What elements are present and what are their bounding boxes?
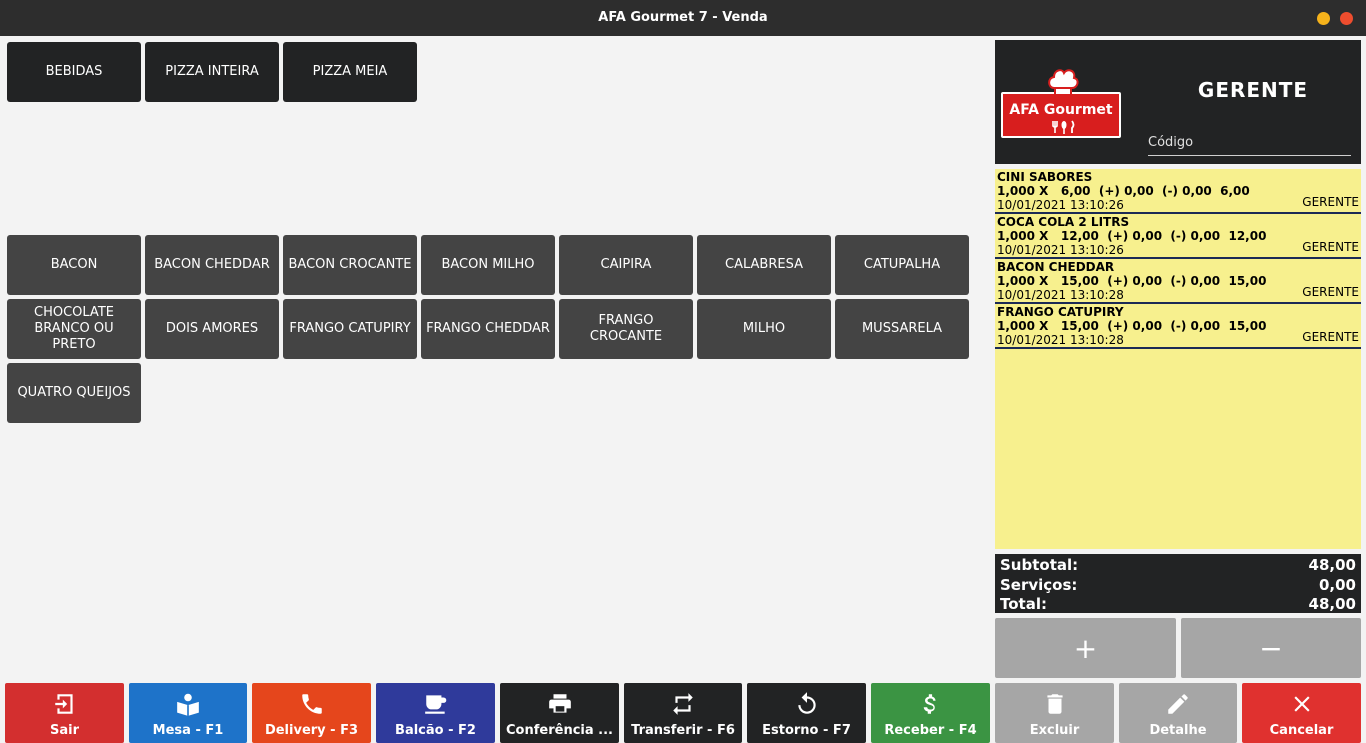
- product-bacon-crocante[interactable]: BACON CROCANTE: [283, 235, 417, 295]
- cancel-button[interactable]: Cancelar: [1242, 683, 1361, 743]
- subtotal-value: 48,00: [1308, 556, 1356, 574]
- minimize-button[interactable]: [1317, 12, 1330, 25]
- category-bebidas[interactable]: BEBIDAS: [7, 42, 141, 102]
- chef-hat-icon: [1048, 69, 1079, 96]
- action-label: Transferir - F6: [631, 723, 735, 738]
- item-user: GERENTE: [1302, 195, 1359, 209]
- services-value: 0,00: [1318, 575, 1356, 594]
- coffee-icon: [424, 695, 446, 714]
- phone-icon: [301, 694, 322, 714]
- totals-panel: Subtotal: 48,00 Serviços: 0,00 Total: 48…: [995, 554, 1361, 613]
- product-chocolate[interactable]: CHOCOLATE BRANCO OU PRETO: [7, 299, 141, 359]
- order-item[interactable]: FRANGO CATUPIRY 1,000 X 15,00 (+) 0,00 (…: [995, 304, 1361, 349]
- delete-button[interactable]: Excluir: [995, 683, 1114, 743]
- close-window-button[interactable]: [1340, 12, 1353, 25]
- product-bacon-milho[interactable]: BACON MILHO: [421, 235, 555, 295]
- product-bacon[interactable]: BACON: [7, 235, 141, 295]
- action-label: Balcão - F2: [395, 723, 476, 738]
- product-milho[interactable]: MILHO: [697, 299, 831, 359]
- transfer-button[interactable]: Transferir - F6: [624, 683, 742, 743]
- product-bacon-cheddar[interactable]: BACON CHEDDAR: [145, 235, 279, 295]
- product-mussarela[interactable]: MUSSARELA: [835, 299, 969, 359]
- subtotal-label: Subtotal:: [1000, 556, 1079, 574]
- order-item[interactable]: BACON CHEDDAR 1,000 X 15,00 (+) 0,00 (-)…: [995, 259, 1361, 304]
- order-list[interactable]: CINI SABORES 1,000 X 6,00 (+) 0,00 (-) 0…: [995, 169, 1361, 549]
- product-quatro-queijos[interactable]: QUATRO QUEIJOS: [7, 363, 141, 423]
- action-label: Cancelar: [1269, 723, 1334, 738]
- table-icon: [177, 693, 199, 716]
- services-label: Serviços:: [1000, 575, 1078, 594]
- product-dois-amores[interactable]: DOIS AMORES: [145, 299, 279, 359]
- undo-icon: [797, 692, 816, 714]
- action-label: Sair: [49, 723, 79, 738]
- delivery-button[interactable]: Delivery - F3: [252, 683, 371, 743]
- action-label: Mesa - F1: [152, 723, 224, 738]
- code-input[interactable]: [1148, 130, 1351, 156]
- total-label: Total:: [1000, 595, 1047, 613]
- order-item[interactable]: CINI SABORES 1,000 X 6,00 (+) 0,00 (-) 0…: [995, 169, 1361, 214]
- product-catupalha[interactable]: CATUPALHA: [835, 235, 969, 295]
- logo: AFA Gourmet: [1001, 69, 1121, 138]
- product-frango-cheddar[interactable]: FRANGO CHEDDAR: [421, 299, 555, 359]
- item-user: GERENTE: [1302, 330, 1359, 344]
- item-name: BACON CHEDDAR: [997, 260, 1115, 274]
- detail-button[interactable]: Detalhe: [1119, 683, 1237, 743]
- item-name: FRANGO CATUPIRY: [997, 305, 1124, 319]
- exit-icon: [54, 694, 73, 714]
- cutlery-icon: [1052, 120, 1075, 134]
- total-value: 48,00: [1308, 595, 1356, 613]
- category-pizza-meia[interactable]: PIZZA MEIA: [283, 42, 417, 102]
- action-label: Receber - F4: [884, 723, 977, 738]
- dollar-icon: [923, 694, 936, 714]
- user-name: GERENTE: [1197, 78, 1309, 102]
- product-caipira[interactable]: CAIPIRA: [559, 235, 693, 295]
- product-frango-crocante[interactable]: FRANGO CROCANTE: [559, 299, 693, 359]
- item-name: COCA COLA 2 LITRS: [997, 215, 1130, 229]
- decrease-quantity-button[interactable]: −: [1181, 618, 1361, 678]
- order-item[interactable]: COCA COLA 2 LITRS 1,000 X 12,00 (+) 0,00…: [995, 214, 1361, 259]
- counter-button[interactable]: Balcão - F2: [376, 683, 495, 743]
- trash-icon: [1046, 694, 1063, 714]
- action-label: Conferência ...: [506, 723, 613, 738]
- printer-icon: [548, 694, 571, 713]
- item-user: GERENTE: [1302, 240, 1359, 254]
- close-icon: [1293, 696, 1310, 712]
- action-label: Estorno - F7: [762, 723, 851, 738]
- pencil-icon: [1168, 694, 1188, 714]
- action-label: Delivery - F3: [264, 723, 359, 738]
- conference-button[interactable]: Conferência ...: [500, 683, 619, 743]
- item-name: CINI SABORES: [997, 170, 1093, 184]
- category-pizza-inteira[interactable]: PIZZA INTEIRA: [145, 42, 279, 102]
- transfer-icon: [673, 693, 693, 715]
- exit-button[interactable]: Sair: [5, 683, 124, 743]
- increase-quantity-button[interactable]: +: [995, 618, 1176, 678]
- product-calabresa[interactable]: CALABRESA: [697, 235, 831, 295]
- header-panel: AFA Gourmet GERENTE: [995, 40, 1361, 164]
- receive-button[interactable]: Receber - F4: [871, 683, 990, 743]
- action-label: Excluir: [1029, 723, 1080, 738]
- logo-text: AFA Gourmet: [1009, 102, 1113, 118]
- action-label: Detalhe: [1149, 723, 1207, 738]
- table-button[interactable]: Mesa - F1: [129, 683, 247, 743]
- product-frango-catupiry[interactable]: FRANGO CATUPIRY: [283, 299, 417, 359]
- reversal-button[interactable]: Estorno - F7: [747, 683, 866, 743]
- title-bar: AFA Gourmet 7 - Venda: [0, 0, 1366, 36]
- item-user: GERENTE: [1302, 285, 1359, 299]
- window-title: AFA Gourmet 7 - Venda: [598, 10, 768, 25]
